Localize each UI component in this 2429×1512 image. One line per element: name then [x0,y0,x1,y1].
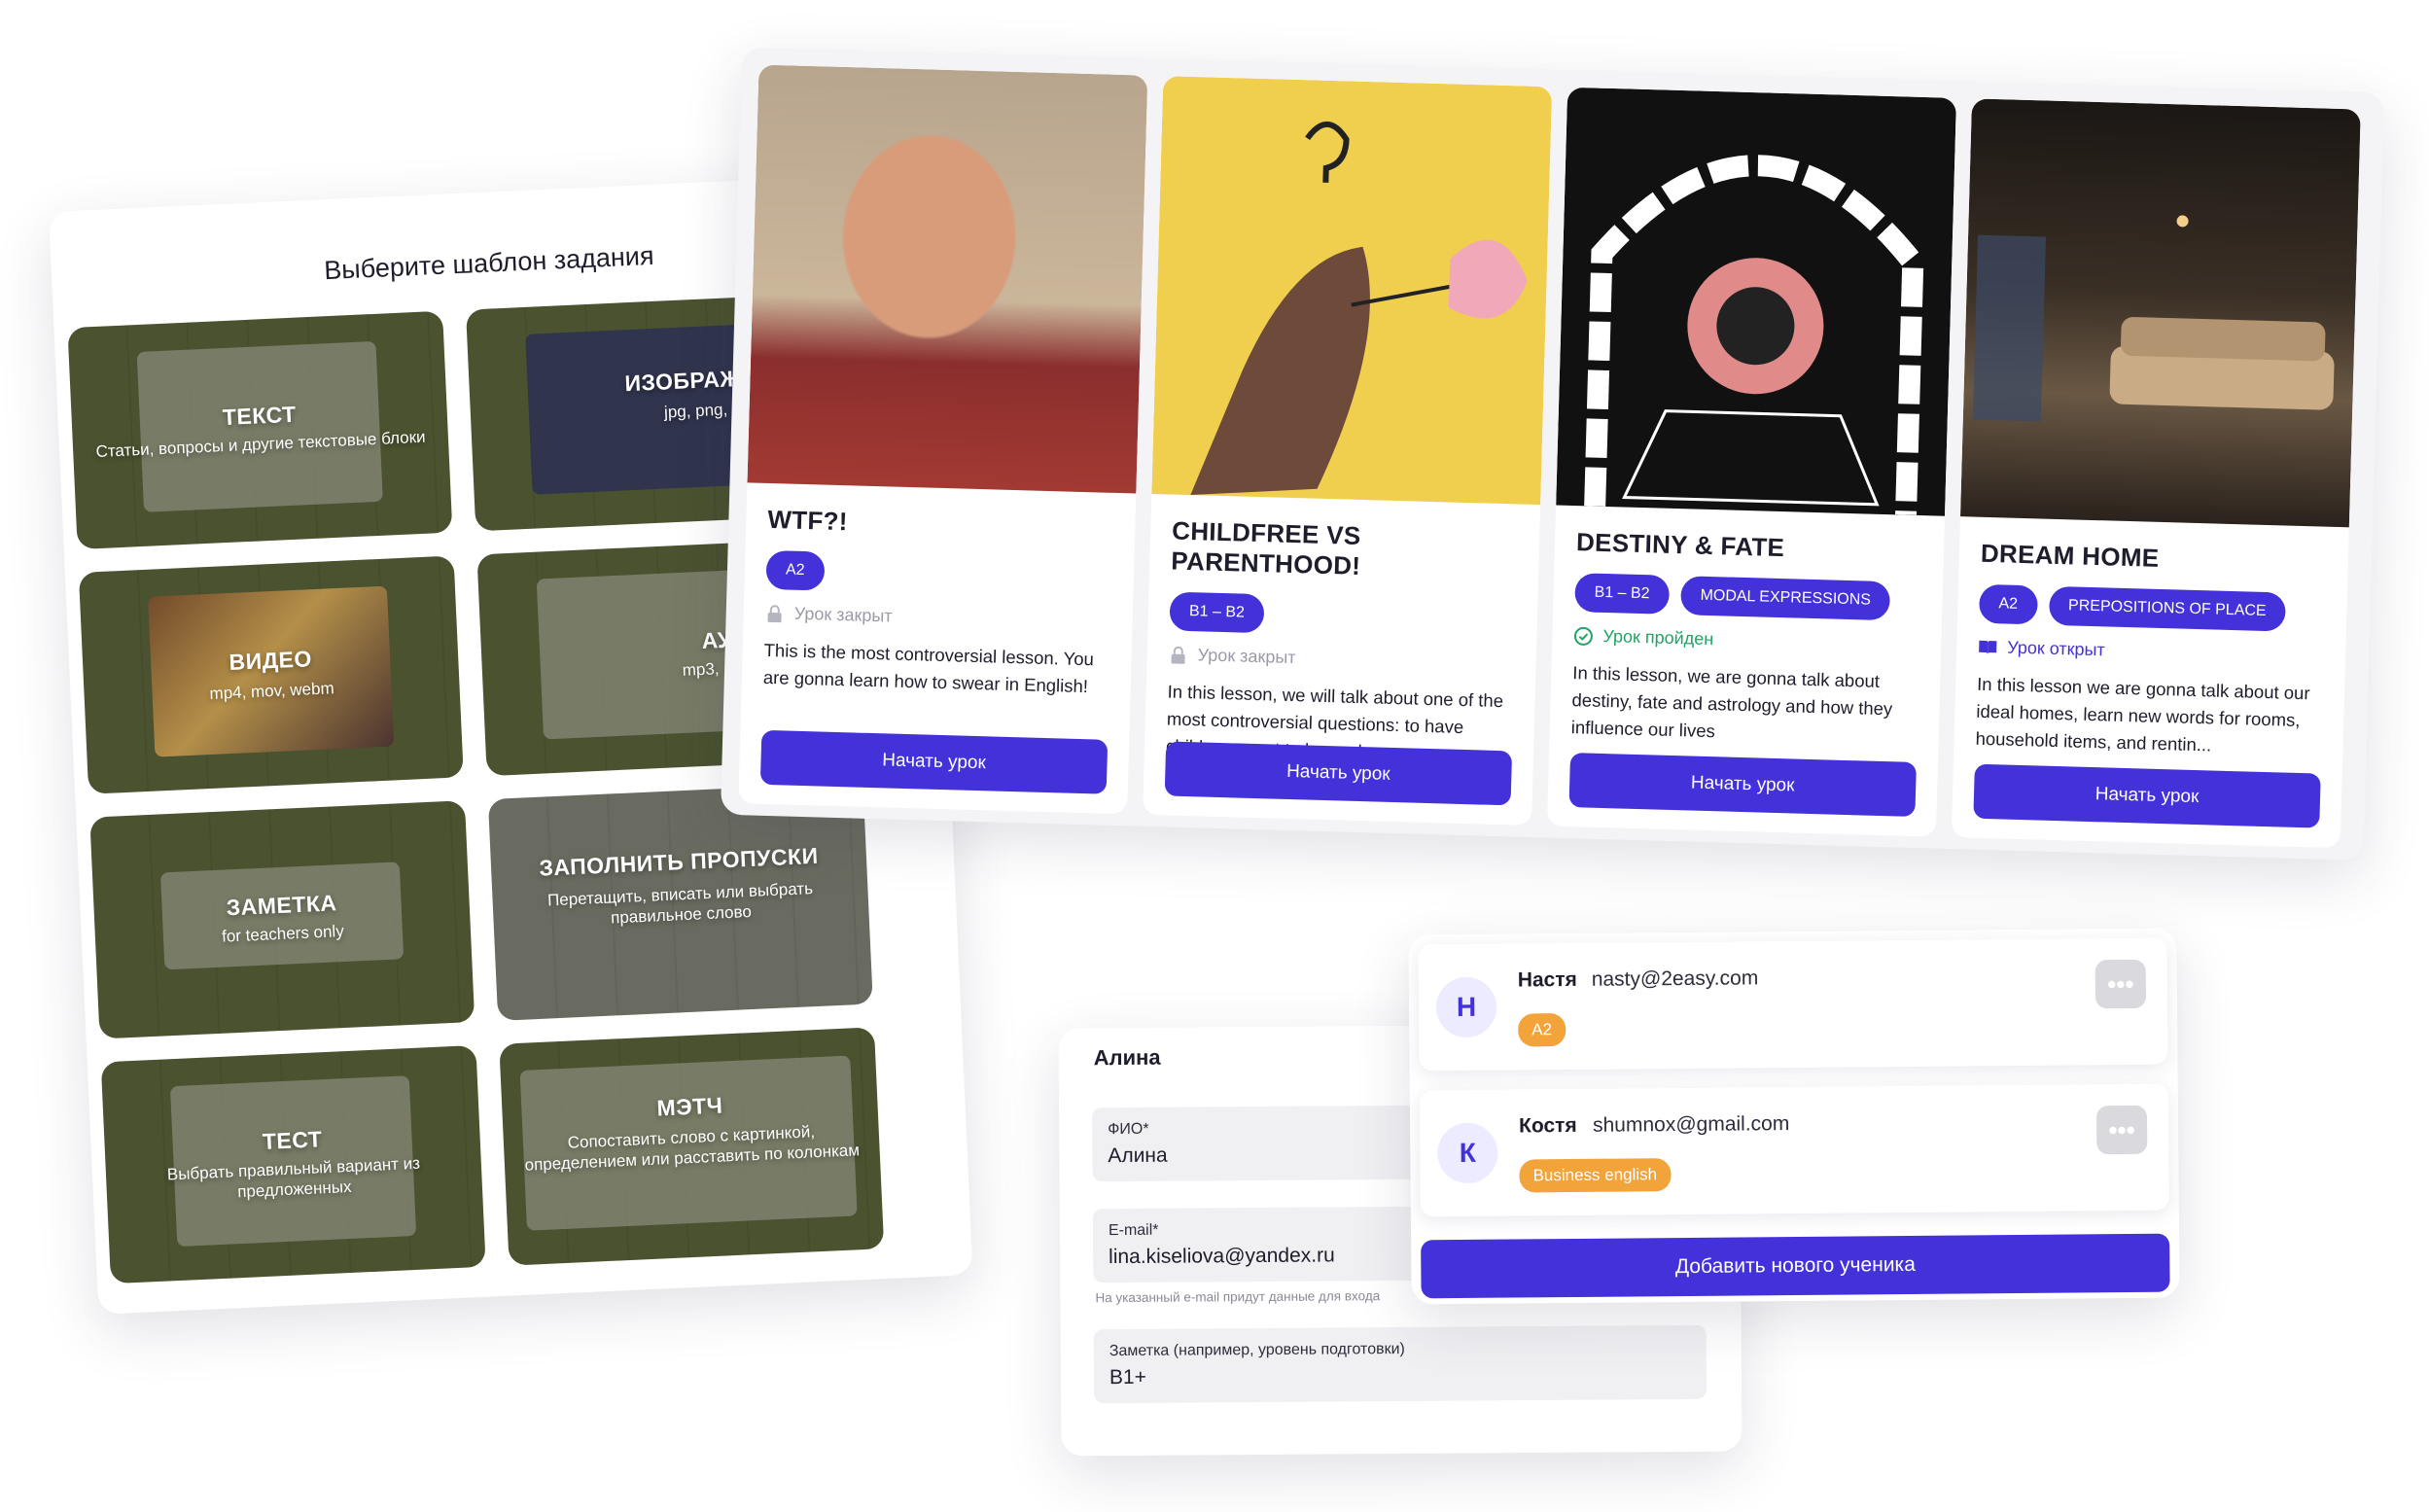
add-student-button[interactable]: Добавить нового ученика [1421,1233,2170,1299]
student-level-badge: A2 [1518,1013,1567,1047]
start-lesson-button[interactable]: Начать урок [1568,753,1917,817]
lesson-title: CHILDFREE VS PARENTHOOD! [1170,515,1361,580]
lesson-card: DREAM HOME A2 PREPOSITIONS OF PLACE Урок… [1951,98,2361,849]
student-name: Костя [1518,1113,1577,1138]
lesson-card: DESTINY & FATE B1 – B2 MODAL EXPRESSIONS… [1546,87,1957,837]
level-tag: B1 – B2 [1574,573,1671,615]
check-circle-icon [1573,626,1594,647]
lesson-image [1959,98,2361,528]
lesson-description: In this lesson we are gonna talk about o… [1975,673,2310,756]
template-tile-video[interactable]: ВИДЕО mp4, mov, webm [78,555,464,794]
lessons-panel: WTF?! A2 Урок закрыт This is the most co… [720,47,2385,861]
lesson-description: This is the most controversial lesson. Y… [762,639,1095,697]
lesson-status: Урок пройден [1573,625,1919,655]
lesson-image [1151,76,1553,506]
lesson-title: DREAM HOME [1980,538,2160,573]
student-name-heading: Алина [1093,1044,1161,1071]
lesson-status: Урок закрыт [764,603,1110,633]
lesson-image [1556,87,1957,516]
start-lesson-button[interactable]: Начать урок [1164,741,1513,806]
lesson-description: In this lesson, we are gonna talk about … [1570,662,1893,742]
level-tag: B1 – B2 [1169,591,1265,634]
note-value: B1+ [1109,1365,1147,1389]
note-field[interactable]: Заметка (например, уровень подготовки) B… [1093,1324,1707,1404]
level-tag: A2 [765,549,826,591]
student-row[interactable]: К Костя shumnox@gmail.com Business engli… [1419,1083,2169,1217]
lesson-status-text: Урок закрыт [1197,645,1296,668]
template-tile-subtitle: Перетащить, вписать или выбрать правильн… [546,879,814,928]
lesson-image [747,64,1148,494]
lesson-status: Урок закрыт [1168,644,1514,674]
students-panel: Н Настя nasty@2easy.com A2 ••• К Костя s… [1408,928,2180,1305]
lesson-status-text: Урок закрыт [793,603,893,626]
student-name: Настя [1517,967,1577,992]
topic-tag: PREPOSITIONS OF PLACE [2048,585,2287,632]
lesson-card: WTF?! A2 Урок закрыт This is the most co… [738,64,1148,815]
student-email: shumnox@gmail.com [1592,1112,1790,1137]
level-tag: A2 [1978,583,2038,625]
student-row[interactable]: Н Настя nasty@2easy.com A2 ••• [1418,937,2168,1072]
lesson-title: DESTINY & FATE [1575,527,1785,563]
book-icon [1978,637,1998,657]
more-options-button[interactable]: ••• [2095,959,2147,1009]
student-level-badge: Business english [1519,1158,1672,1193]
lock-icon [764,603,785,623]
lesson-title: WTF?! [767,504,849,537]
template-tile-note[interactable]: ЗАМЕТКА for teachers only [89,800,475,1039]
lesson-status: Урок открыт [1978,637,2324,667]
topic-tag: MODAL EXPRESSIONS [1680,576,1891,621]
lesson-status-text: Урок пройден [1602,625,1714,650]
more-options-button[interactable]: ••• [2095,1105,2148,1155]
note-label: Заметка (например, уровень подготовки) [1109,1340,1405,1360]
avatar: Н [1435,976,1497,1038]
template-tile-match[interactable]: МЭТЧ Сопоставить слово с картинкой, опре… [499,1027,885,1266]
student-email: nasty@2easy.com [1591,967,1759,991]
template-tile-test[interactable]: ТЕСТ Выбрать правильный вариант из предл… [100,1044,486,1284]
lesson-card: CHILDFREE VS PARENTHOOD! B1 – B2 Урок за… [1143,76,1553,826]
lesson-status-text: Урок открыт [2006,637,2105,660]
email-hint: На указанный e-mail придут данные для вх… [1095,1288,1381,1306]
avatar: К [1437,1122,1498,1184]
template-tile-text[interactable]: ТЕКСТ Статьи, вопросы и другие текстовые… [67,310,453,550]
lock-icon [1168,645,1188,665]
start-lesson-button[interactable]: Начать урок [1973,763,2321,828]
template-tile-fill-gaps[interactable]: ЗАПОЛНИТЬ ПРОПУСКИ Перетащить, вписать и… [487,782,873,1021]
start-lesson-button[interactable]: Начать урок [759,729,1109,794]
